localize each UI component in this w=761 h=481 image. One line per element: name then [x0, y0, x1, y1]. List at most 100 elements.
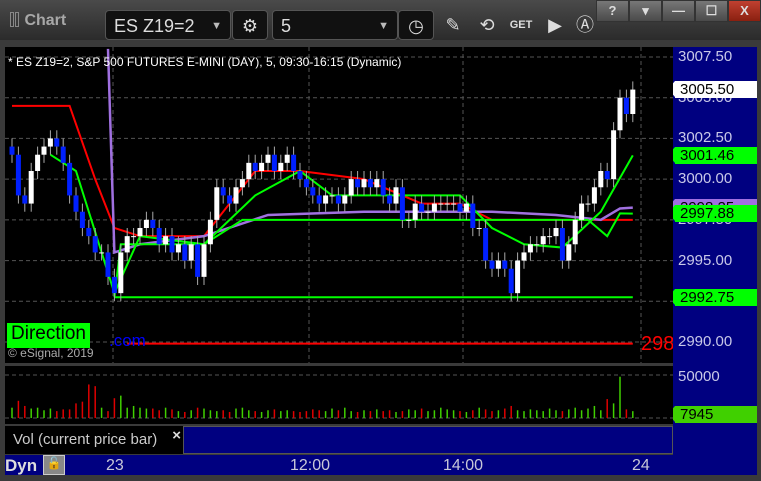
candle: [342, 195, 348, 204]
candle: [143, 219, 149, 228]
candle: [399, 187, 405, 220]
candle: [284, 154, 290, 163]
title-bar: Chart ES Z19=2 ▼ ⚙ 5 ▼ ◷ ✎ ⟲ GET ▶ Ⓐ ? ▾ —…: [0, 0, 761, 40]
candle: [457, 203, 463, 212]
candle: [598, 171, 604, 188]
price-chart[interactable]: * ES Z19=2, S&P 500 FUTURES E-MINI (DAY)…: [5, 47, 673, 363]
time-axis[interactable]: Dyn 🔓 23 12:00 14:00 24: [5, 455, 757, 475]
price-label: 2995.00: [678, 251, 733, 269]
candle: [303, 179, 309, 188]
candle: [495, 260, 501, 269]
candle: [419, 203, 425, 212]
candle: [28, 171, 34, 204]
price-label: 3007.50: [678, 48, 733, 65]
candle: [22, 195, 28, 204]
price-tag-text: 3005.50: [680, 81, 735, 99]
study-icon[interactable]: ⟲: [472, 10, 502, 40]
candle: [227, 195, 233, 204]
volume-chart[interactable]: [5, 366, 673, 424]
get-icon[interactable]: GET: [506, 10, 536, 40]
candle: [412, 203, 418, 220]
price-label: 3002.50: [678, 129, 733, 147]
candle: [329, 195, 335, 197]
candle: [86, 228, 92, 237]
price-label: 3000.00: [678, 170, 733, 188]
candle: [111, 276, 117, 294]
candle: [438, 203, 444, 205]
candle: [246, 162, 252, 180]
candle: [355, 179, 361, 188]
time-label: 23: [106, 457, 124, 474]
candle: [118, 252, 124, 294]
close-pane-icon[interactable]: ×: [172, 427, 181, 444]
dyn-label[interactable]: Dyn: [5, 456, 37, 476]
candle: [534, 244, 540, 246]
candle: [348, 179, 354, 196]
lock-icon[interactable]: 🔓: [43, 455, 65, 475]
candle: [591, 187, 597, 204]
interval-select[interactable]: 5 ▼: [272, 10, 398, 40]
candle: [195, 244, 201, 277]
candle: [169, 236, 175, 253]
maximize-button[interactable]: ☐: [695, 0, 728, 22]
candle: [220, 187, 226, 196]
candle: [214, 187, 220, 220]
candle: [553, 228, 559, 237]
candle: [310, 187, 316, 196]
candle: [271, 154, 277, 171]
candle: [502, 260, 508, 269]
time-label: 24: [632, 457, 650, 474]
candle: [425, 211, 431, 213]
window-title: Chart: [10, 12, 66, 30]
restore-button[interactable]: ▾: [629, 0, 662, 22]
candle: [92, 236, 98, 253]
settings-gear-icon[interactable]: ⚙: [232, 10, 268, 40]
candle: [463, 203, 469, 212]
price-tag: 2992.75: [668, 288, 757, 306]
price-tag: 2997.88: [668, 205, 757, 223]
candle: [540, 236, 546, 245]
candle: [182, 244, 188, 261]
candle: [201, 244, 207, 277]
candle: [623, 97, 629, 114]
candle: [278, 162, 284, 171]
candle: [67, 162, 73, 196]
candle: [476, 228, 482, 229]
symbol-select[interactable]: ES Z19=2 ▼: [105, 10, 231, 40]
clock-icon[interactable]: ◷: [398, 10, 434, 40]
candle: [156, 228, 162, 245]
candle: [521, 252, 527, 261]
minimize-button[interactable]: —: [662, 0, 695, 22]
play-icon[interactable]: ▶: [540, 10, 570, 40]
candle: [41, 146, 47, 155]
candle: [188, 244, 194, 261]
candle: [572, 219, 578, 245]
candle: [60, 146, 66, 163]
candle: [131, 236, 137, 238]
candle: [105, 252, 111, 277]
chart-header: * ES Z19=2, S&P 500 FUTURES E-MINI (DAY)…: [8, 55, 402, 69]
volume-tag: 7945: [668, 406, 757, 423]
candle: [259, 162, 265, 171]
candle: [47, 138, 53, 147]
price-axis[interactable]: 3007.503005.003002.503000.002997.502995.…: [668, 47, 757, 472]
pencil-icon[interactable]: ✎: [438, 10, 468, 40]
candle: [137, 228, 143, 237]
candle: [406, 219, 412, 221]
candle: [265, 154, 271, 163]
candle: [515, 260, 521, 294]
time-label: 14:00: [443, 457, 484, 474]
candle: [335, 195, 341, 204]
chevron-down-icon: ▼: [211, 20, 222, 32]
red-ma-line: [12, 104, 633, 238]
candle: [604, 171, 610, 180]
close-button[interactable]: X: [728, 0, 761, 22]
candle: [470, 203, 476, 228]
candle: [579, 203, 585, 220]
candle: [444, 203, 450, 205]
candle: [380, 179, 386, 196]
candle: [393, 187, 399, 204]
help-button[interactable]: ?: [596, 0, 629, 22]
copyright: © eSignal, 2019: [8, 346, 94, 360]
candle: [297, 171, 303, 180]
